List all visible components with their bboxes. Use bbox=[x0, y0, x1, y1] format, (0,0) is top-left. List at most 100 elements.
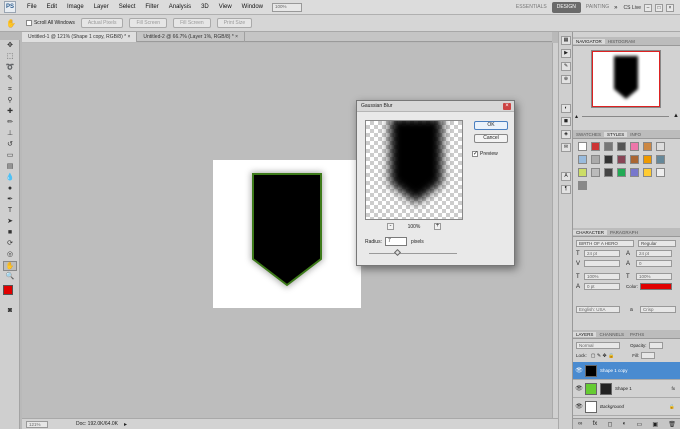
style-preset-14[interactable] bbox=[656, 155, 665, 164]
workspace-essentials[interactable]: ESSENTIALS bbox=[511, 2, 552, 13]
workspace-more-icon[interactable]: » bbox=[614, 5, 617, 11]
close-icon[interactable]: × bbox=[234, 34, 238, 40]
language-select[interactable]: English: USA bbox=[576, 306, 620, 313]
shape-tool-icon[interactable]: ■ bbox=[3, 228, 17, 238]
add-mask-icon[interactable]: ◻ bbox=[607, 421, 612, 428]
radius-slider-thumb[interactable] bbox=[393, 248, 402, 257]
view-button-3[interactable]: Print Size bbox=[216, 18, 253, 28]
layer-row[interactable]: 👁 Shape 1 fx bbox=[573, 380, 680, 398]
history-panel-icon[interactable]: ▦ bbox=[561, 36, 571, 45]
style-preset-1[interactable] bbox=[578, 142, 587, 151]
quick-mask-icon[interactable]: ◙ bbox=[3, 306, 17, 316]
style-preset-20[interactable] bbox=[643, 168, 652, 177]
style-preset-16[interactable] bbox=[591, 168, 600, 177]
vertical-scale-field[interactable]: 100% bbox=[584, 273, 620, 280]
panel-tab-channels[interactable]: CHANNELS bbox=[596, 332, 627, 337]
foreground-color-swatch[interactable] bbox=[3, 285, 13, 295]
menu-analysis[interactable]: Analysis bbox=[164, 0, 196, 15]
leading-field[interactable]: 24 pt bbox=[636, 250, 672, 257]
close-icon[interactable]: × bbox=[126, 34, 130, 40]
menu-file[interactable]: File bbox=[22, 0, 42, 15]
3d-rotate-tool-icon[interactable]: ⟳ bbox=[3, 239, 17, 249]
eye-icon[interactable]: 👁 bbox=[575, 403, 583, 411]
brushes-panel-icon[interactable]: ✎ bbox=[561, 62, 571, 71]
style-preset-11[interactable] bbox=[617, 155, 626, 164]
menu-filter[interactable]: Filter bbox=[140, 0, 163, 15]
style-preset-22[interactable] bbox=[578, 181, 587, 190]
crop-tool-icon[interactable]: ⌗ bbox=[3, 85, 17, 95]
zoom-in-button[interactable]: + bbox=[433, 223, 441, 230]
view-button-1[interactable]: Fill Screen bbox=[129, 18, 168, 28]
document-tab-2[interactable]: Untitled-2 @ 66.7% (Layer 1%, RGB/8) * × bbox=[137, 31, 246, 42]
lasso-tool-icon[interactable]: ➰ bbox=[3, 63, 17, 73]
navigator-thumbnail[interactable] bbox=[591, 50, 661, 108]
zoom-tool-icon[interactable]: 🔍 bbox=[3, 272, 17, 282]
style-preset-21[interactable] bbox=[656, 168, 665, 177]
style-preset-7[interactable] bbox=[656, 142, 665, 151]
3d-orbit-tool-icon[interactable]: ◎ bbox=[3, 250, 17, 260]
menu-3d[interactable]: 3D bbox=[196, 0, 214, 15]
menu-select[interactable]: Select bbox=[114, 0, 141, 15]
fill-field[interactable] bbox=[641, 352, 656, 359]
horizontal-scale-field[interactable]: 100% bbox=[636, 273, 672, 280]
tracking-field[interactable]: 0 bbox=[636, 260, 672, 267]
cs-live-button[interactable]: CS Live bbox=[623, 5, 641, 11]
panel-tab-info[interactable]: INFO bbox=[627, 132, 644, 137]
antialias-select[interactable]: Crisp bbox=[640, 306, 676, 313]
panel-tab-paragraph[interactable]: PARAGRAPH bbox=[607, 230, 641, 235]
document-tab-1[interactable]: Untitled-1 @ 121% (Shape 1 copy, RGB/8) … bbox=[22, 31, 138, 42]
healing-tool-icon[interactable]: ✚ bbox=[3, 107, 17, 117]
eye-icon[interactable]: 👁 bbox=[575, 385, 583, 393]
masks-panel-icon[interactable]: ◼ bbox=[561, 117, 571, 126]
style-preset-4[interactable] bbox=[617, 142, 626, 151]
menu-layer[interactable]: Layer bbox=[89, 0, 114, 15]
blend-mode-select[interactable]: Normal bbox=[576, 342, 620, 349]
menu-edit[interactable]: Edit bbox=[42, 0, 62, 15]
eraser-tool-icon[interactable]: ▭ bbox=[3, 151, 17, 161]
blur-preview[interactable] bbox=[365, 120, 463, 220]
panel-tab-swatches[interactable]: SWATCHES bbox=[573, 132, 604, 137]
adjustment-layer-icon[interactable]: ◐ bbox=[623, 421, 627, 427]
style-preset-13[interactable] bbox=[643, 155, 652, 164]
eye-icon[interactable]: 👁 bbox=[575, 367, 583, 375]
pen-tool-icon[interactable]: ✒ bbox=[3, 195, 17, 205]
style-preset-12[interactable] bbox=[630, 155, 639, 164]
style-preset-2[interactable] bbox=[591, 142, 600, 151]
nav-zoom-in-icon[interactable]: ▲ bbox=[673, 113, 679, 119]
status-zoom[interactable]: 121% bbox=[26, 420, 48, 428]
brush-tool-icon[interactable]: ✏ bbox=[3, 118, 17, 128]
radius-slider-track[interactable] bbox=[369, 253, 457, 254]
move-tool-icon[interactable]: ✥ bbox=[3, 41, 17, 51]
font-style-select[interactable]: Regular bbox=[638, 240, 676, 247]
layer-row[interactable]: 👁 Background 🔒 bbox=[573, 398, 680, 416]
link-layers-icon[interactable]: ∞ bbox=[578, 421, 582, 427]
workspace-painting[interactable]: PAINTING bbox=[581, 2, 614, 13]
kerning-field[interactable] bbox=[584, 260, 620, 267]
trash-icon[interactable]: 🗑 bbox=[668, 421, 676, 428]
stamp-tool-icon[interactable]: ⊥ bbox=[3, 129, 17, 139]
style-preset-3[interactable] bbox=[604, 142, 613, 151]
eyedropper-tool-icon[interactable]: ⚲ bbox=[3, 96, 17, 106]
panel-tab-paths[interactable]: PATHS bbox=[627, 332, 647, 337]
maximize-window-icon[interactable]: □ bbox=[655, 3, 663, 12]
style-preset-18[interactable] bbox=[617, 168, 626, 177]
style-preset-8[interactable] bbox=[578, 155, 587, 164]
fx-icon[interactable]: fx bbox=[593, 421, 598, 427]
type-tool-icon[interactable]: T bbox=[3, 206, 17, 216]
zoom-level-field[interactable]: 100% bbox=[272, 3, 302, 12]
panel-tab-styles[interactable]: STYLES bbox=[604, 132, 628, 137]
zoom-out-button[interactable]: - bbox=[387, 223, 394, 230]
new-layer-icon[interactable]: ▣ bbox=[652, 421, 658, 428]
group-icon[interactable]: ▭ bbox=[636, 421, 642, 428]
document-canvas[interactable] bbox=[213, 160, 361, 308]
scroll-all-windows-checkbox[interactable] bbox=[25, 20, 32, 26]
actions-panel-icon[interactable]: ▶ bbox=[561, 49, 571, 58]
quick-select-tool-icon[interactable]: ✎ bbox=[3, 74, 17, 84]
lock-icons[interactable]: ▢ ✎ ✥ 🔒 bbox=[591, 353, 615, 359]
style-preset-5[interactable] bbox=[630, 142, 639, 151]
character-styles-icon[interactable]: A bbox=[561, 172, 571, 181]
panel-tab-navigator[interactable]: NAVIGATOR bbox=[573, 39, 605, 44]
close-window-icon[interactable]: × bbox=[666, 3, 674, 12]
blur-tool-icon[interactable]: 💧 bbox=[3, 173, 17, 183]
panel-tab-character[interactable]: CHARACTER bbox=[573, 230, 608, 235]
